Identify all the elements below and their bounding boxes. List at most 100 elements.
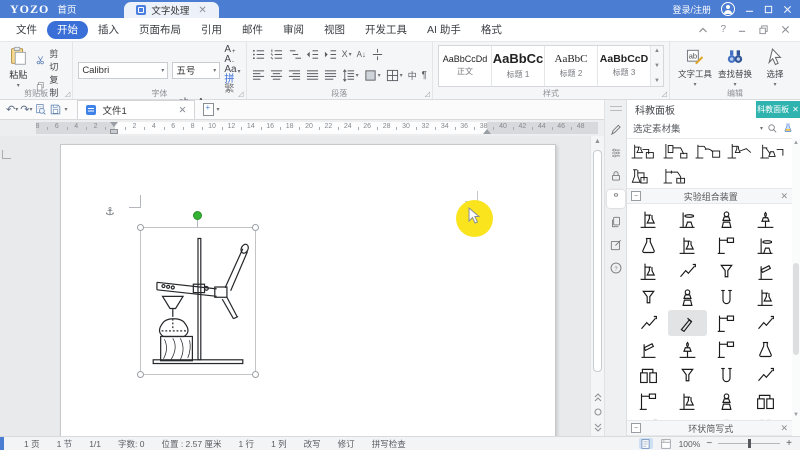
material-thumbnail-combo6[interactable] — [629, 164, 659, 187]
resize-handle-nw[interactable] — [137, 224, 144, 231]
print-preview-button[interactable] — [34, 103, 47, 116]
app-tab-close-icon[interactable]: ✕ — [198, 5, 206, 16]
indent-marks-icon[interactable] — [371, 48, 384, 61]
document-tab-close-icon[interactable]: ✕ — [179, 105, 187, 116]
pilcrow-icon[interactable]: ¶ — [422, 70, 427, 81]
browse-object-icon[interactable] — [593, 408, 603, 416]
material-set-selector[interactable]: 选定素材集 ▾ — [627, 118, 800, 139]
material-item-bent-tube[interactable] — [668, 258, 707, 284]
menu-tab-9[interactable]: AI 助手 — [417, 21, 471, 39]
document-page[interactable]: ⚓ — [60, 144, 556, 436]
document-tab[interactable]: 文件1 ✕ — [77, 100, 196, 119]
style-item-3[interactable]: AaBbCcD 标题 3 — [598, 46, 651, 86]
line-spacing-icon[interactable]: ▾ — [342, 68, 359, 82]
style-gallery-up-icon[interactable]: ▲ — [654, 48, 660, 54]
menu-tab-0[interactable]: 文件 — [6, 21, 47, 39]
decrease-indent-icon[interactable] — [306, 48, 319, 61]
customize-quickbar-icon[interactable]: ▾ — [64, 106, 67, 113]
material-item-u-tube[interactable] — [707, 284, 746, 310]
material-item-gas-bottles[interactable] — [629, 362, 668, 388]
material-item-ring-stand[interactable] — [668, 206, 707, 232]
scrollbar-thumb[interactable] — [593, 150, 602, 372]
font-size-select[interactable]: 五号 ▾ — [172, 61, 221, 79]
lock-icon[interactable] — [607, 167, 625, 185]
paste-button[interactable]: 粘贴 ▾ — [5, 45, 31, 89]
chemistry-apparatus-drawing[interactable] — [142, 229, 254, 373]
status-item-7[interactable]: 改写 — [304, 439, 321, 449]
resize-handle-sw[interactable] — [137, 371, 144, 378]
style-item-1[interactable]: AaBbCc 标题 1 — [492, 46, 545, 86]
resize-handle-se[interactable] — [252, 371, 259, 378]
section-close-icon[interactable]: ✕ — [780, 191, 788, 202]
doc-close-icon[interactable] — [781, 25, 790, 34]
status-item-1[interactable]: 1 节 — [57, 439, 73, 449]
sort-icon[interactable]: A↓ — [357, 50, 366, 59]
menu-tab-5[interactable]: 邮件 — [232, 21, 273, 39]
borders-icon[interactable]: ▾ — [386, 69, 403, 82]
align-left-icon[interactable] — [252, 69, 265, 82]
panel-drag-handle[interactable] — [609, 106, 622, 111]
cut-button[interactable]: 剪切 — [35, 47, 67, 73]
clipboard-icon[interactable] — [606, 190, 625, 208]
bullets-icon[interactable] — [252, 48, 265, 61]
material-item-test-tube[interactable] — [746, 258, 785, 284]
select-cursor-button[interactable]: 选择 ▾ — [755, 45, 795, 89]
horizontal-ruler[interactable]: 8 6 4 2 2 4 6 8 10 12 14 16 18 20 22 24 26 28 30 32 34 36 38 40… — [36, 122, 598, 134]
font-launcher-icon[interactable]: ◿ — [238, 90, 243, 98]
selected-image-bounding-box[interactable] — [137, 211, 259, 378]
doc-minimize-icon[interactable] — [738, 25, 747, 34]
material-item-clamp-rod[interactable] — [707, 310, 746, 336]
science-panel-badge-close-icon[interactable]: ✕ — [792, 105, 799, 114]
material-item-funnel[interactable] — [629, 284, 668, 310]
minimize-icon[interactable] — [745, 5, 754, 14]
collapse-section-icon[interactable]: − — [631, 191, 641, 201]
menu-tab-8[interactable]: 开发工具 — [355, 21, 417, 39]
panel-scrollbar[interactable]: ▲ ▼ — [792, 138, 800, 436]
zoom-in-button[interactable]: + — [786, 438, 792, 449]
material-item-stand-flask[interactable] — [668, 232, 707, 258]
status-item-6[interactable]: 1 列 — [271, 439, 287, 449]
distribute-icon[interactable] — [324, 69, 337, 82]
zoom-slider[interactable] — [718, 439, 781, 448]
material-thumbnail-combo4[interactable] — [725, 139, 755, 162]
browse-previous-icon[interactable] — [593, 393, 603, 402]
shading-icon[interactable]: ▾ — [364, 69, 381, 82]
material-thumbnail-combo1[interactable] — [629, 139, 659, 162]
menu-tab-3[interactable]: 页面布局 — [129, 21, 191, 39]
material-item-ring-stand[interactable] — [746, 232, 785, 258]
document-vertical-scrollbar[interactable]: ▲ — [590, 136, 604, 436]
material-item-funnel[interactable] — [707, 258, 746, 284]
panel-scroll-down-icon[interactable]: ▼ — [792, 412, 800, 418]
font-name-select[interactable]: Calibri ▾ — [78, 61, 169, 79]
status-item-9[interactable]: 拼写检查 — [372, 439, 406, 449]
maximize-icon[interactable] — [764, 5, 773, 14]
zoom-out-button[interactable]: − — [706, 438, 712, 449]
menu-tab-6[interactable]: 审阅 — [273, 21, 314, 39]
style-item-2[interactable]: AaBbC 标题 2 — [545, 46, 598, 86]
pages-icon[interactable] — [607, 213, 625, 231]
pencil-icon[interactable] — [607, 121, 625, 139]
material-item-bent-tube[interactable] — [746, 310, 785, 336]
first-line-indent-marker[interactable] — [110, 122, 118, 127]
status-item-8[interactable]: 修订 — [338, 439, 355, 449]
status-item-0[interactable]: 1 页 — [24, 439, 40, 449]
menu-tab-4[interactable]: 引用 — [191, 21, 232, 39]
collapse-section-icon[interactable]: − — [631, 423, 641, 433]
material-item-burner-stand[interactable] — [746, 206, 785, 232]
document-canvas-area[interactable]: ⚓ — [0, 136, 590, 436]
material-thumbnail-combo2[interactable] — [661, 139, 691, 162]
material-item-bent-tube[interactable] — [629, 310, 668, 336]
material-item-kipp[interactable] — [707, 388, 746, 414]
material-item-clamp-rod[interactable] — [629, 388, 668, 414]
text-direction-icon[interactable]: X ▾ — [342, 49, 352, 59]
paragraph-launcher-icon[interactable]: ◿ — [425, 90, 430, 98]
home-tab[interactable]: 首页 — [57, 2, 76, 16]
material-item-burner-stand[interactable] — [668, 336, 707, 362]
material-item-kipp[interactable] — [668, 284, 707, 310]
rotate-handle[interactable] — [193, 211, 202, 220]
material-item-erlenmeyer[interactable] — [629, 232, 668, 258]
style-gallery-more-icon[interactable]: ▼ — [654, 78, 660, 84]
menu-tab-10[interactable]: 格式 — [471, 21, 512, 39]
scroll-up-icon[interactable]: ▲ — [594, 138, 601, 145]
section-header-ring-notation[interactable]: − 环状简写式 ✕ — [627, 420, 792, 436]
